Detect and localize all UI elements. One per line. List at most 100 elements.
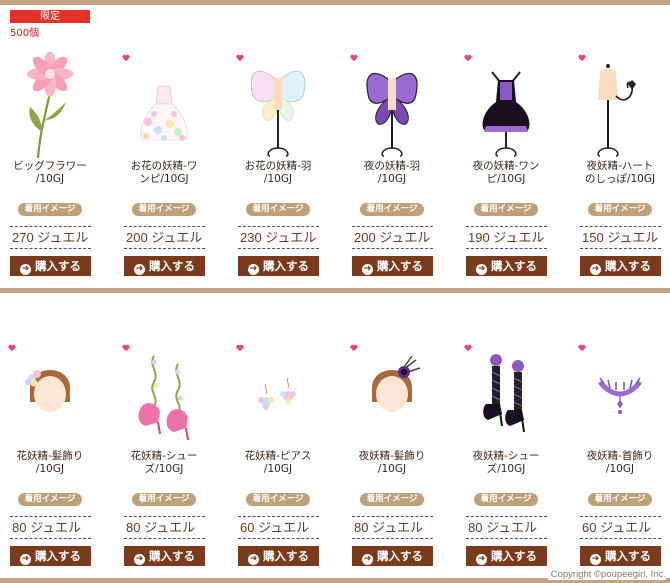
item-name: 花妖精-ピアス /10GJ bbox=[244, 450, 312, 475]
item-row-2: 花妖精-髪飾り /10GJ 着用イメージ 80 ジュエル ➜ 購入する 花妖精-シ… bbox=[0, 338, 670, 578]
buy-label: 購入する bbox=[263, 259, 309, 273]
buy-label: 購入する bbox=[605, 259, 651, 273]
buy-label: 購入する bbox=[149, 259, 195, 273]
arrow-right-icon: ➜ bbox=[362, 264, 373, 275]
buy-button[interactable]: ➜ 購入する bbox=[124, 256, 205, 276]
tryon-button[interactable]: 着用イメージ bbox=[132, 493, 196, 506]
arrow-right-icon: ➜ bbox=[590, 264, 601, 275]
buy-label: 購入する bbox=[491, 549, 537, 563]
item-card: お花の妖精-ワ ンピ/10GJ 着用イメージ 200 ジュエル ➜ 購入する bbox=[114, 48, 214, 280]
item-row-1: ビッグフラワー /10GJ 着用イメージ 270 ジュエル ➜ 購入する お花の妖… bbox=[0, 48, 670, 288]
tryon-button[interactable]: 着用イメージ bbox=[360, 493, 424, 506]
item-price: 270 ジュエル bbox=[12, 230, 89, 245]
item-name: お花の妖精-羽 /10GJ bbox=[244, 160, 312, 185]
buy-button[interactable]: ➜ 購入する bbox=[352, 546, 433, 566]
arrow-right-icon: ➜ bbox=[134, 264, 145, 275]
arrow-right-icon: ➜ bbox=[20, 554, 31, 565]
tryon-button[interactable]: 着用イメージ bbox=[588, 493, 652, 506]
buy-button[interactable]: ➜ 購入する bbox=[466, 546, 547, 566]
flower-hair-accessory-icon[interactable] bbox=[0, 342, 100, 450]
flower-fairy-wings-icon[interactable] bbox=[228, 52, 328, 160]
price-box: 80 ジュエル bbox=[352, 516, 433, 539]
buy-label: 購入する bbox=[149, 549, 195, 563]
price-box: 270 ジュエル bbox=[10, 226, 91, 249]
price-box: 80 ジュエル bbox=[10, 516, 91, 539]
item-name: 花妖精-髪飾り /10GJ bbox=[16, 450, 84, 475]
tryon-button[interactable]: 着用イメージ bbox=[360, 203, 424, 216]
buy-label: 購入する bbox=[377, 549, 423, 563]
arrow-right-icon: ➜ bbox=[248, 264, 259, 275]
item-name: ビッグフラワー /10GJ bbox=[13, 160, 87, 185]
price-box: 60 ジュエル bbox=[238, 516, 319, 539]
price-box: 80 ジュエル bbox=[124, 516, 205, 539]
item-price: 80 ジュエル bbox=[126, 520, 196, 535]
price-box: 190 ジュエル bbox=[466, 226, 547, 249]
arrow-right-icon: ➜ bbox=[248, 554, 259, 565]
buy-button[interactable]: ➜ 購入する bbox=[10, 256, 91, 276]
buy-button[interactable]: ➜ 購入する bbox=[466, 256, 547, 276]
price-box: 60 ジュエル bbox=[580, 516, 661, 539]
item-card: 花妖精-ピアス /10GJ 着用イメージ 60 ジュエル ➜ 購入する bbox=[228, 338, 328, 570]
item-card: 夜妖精-ハート のしっぽ/10GJ 着用イメージ 150 ジュエル ➜ 購入する bbox=[570, 48, 670, 280]
item-card: 夜の妖精-羽 /10GJ 着用イメージ 200 ジュエル ➜ 購入する bbox=[342, 48, 442, 280]
arrow-right-icon: ➜ bbox=[362, 554, 373, 565]
item-card: 夜の妖精-ワン ピ/10GJ 着用イメージ 190 ジュエル ➜ 購入する bbox=[456, 48, 556, 280]
item-price: 230 ジュエル bbox=[240, 230, 317, 245]
arrow-right-icon: ➜ bbox=[590, 554, 601, 565]
buy-label: 購入する bbox=[35, 549, 81, 563]
tryon-button[interactable]: 着用イメージ bbox=[18, 203, 82, 216]
copyright-text: Copyright ©poupeegirl, Inc. bbox=[547, 569, 666, 580]
tryon-button[interactable]: 着用イメージ bbox=[18, 493, 82, 506]
tryon-button[interactable]: 着用イメージ bbox=[246, 493, 310, 506]
item-name: 夜妖精-髪飾り /10GJ bbox=[358, 450, 426, 475]
buy-button[interactable]: ➜ 購入する bbox=[124, 546, 205, 566]
night-hair-accessory-icon[interactable] bbox=[342, 342, 442, 450]
buy-label: 購入する bbox=[263, 549, 309, 563]
arrow-right-icon: ➜ bbox=[20, 264, 31, 275]
night-fairy-wings-icon[interactable] bbox=[342, 52, 442, 160]
arrow-right-icon: ➜ bbox=[134, 554, 145, 565]
item-name: 夜妖精-シュー ズ/10GJ bbox=[472, 450, 540, 475]
buy-button[interactable]: ➜ 購入する bbox=[580, 546, 661, 566]
item-card: 花妖精-髪飾り /10GJ 着用イメージ 80 ジュエル ➜ 購入する bbox=[0, 338, 100, 570]
heart-tail-icon[interactable] bbox=[570, 52, 670, 160]
section-divider bbox=[0, 288, 670, 293]
item-name: 夜の妖精-羽 /10GJ bbox=[363, 160, 421, 185]
tryon-button[interactable]: 着用イメージ bbox=[588, 203, 652, 216]
night-fairy-dress-icon[interactable] bbox=[456, 52, 556, 160]
buy-label: 購入する bbox=[605, 549, 651, 563]
tryon-button[interactable]: 着用イメージ bbox=[246, 203, 310, 216]
item-price: 80 ジュエル bbox=[12, 520, 82, 535]
buy-button[interactable]: ➜ 購入する bbox=[10, 546, 91, 566]
flower-fairy-dress-icon[interactable] bbox=[114, 52, 214, 160]
flower-earrings-icon[interactable] bbox=[228, 342, 328, 450]
item-card: 夜妖精-シュー ズ/10GJ 着用イメージ 80 ジュエル ➜ 購入する bbox=[456, 338, 556, 570]
item-card: ビッグフラワー /10GJ 着用イメージ 270 ジュエル ➜ 購入する bbox=[0, 48, 100, 280]
buy-button[interactable]: ➜ 購入する bbox=[580, 256, 661, 276]
tryon-button[interactable]: 着用イメージ bbox=[474, 493, 538, 506]
limited-badge: 限定 bbox=[10, 10, 90, 23]
item-price: 80 ジュエル bbox=[468, 520, 538, 535]
buy-button[interactable]: ➜ 購入する bbox=[238, 546, 319, 566]
price-box: 200 ジュエル bbox=[124, 226, 205, 249]
item-price: 60 ジュエル bbox=[582, 520, 652, 535]
tryon-button[interactable]: 着用イメージ bbox=[474, 203, 538, 216]
item-price: 60 ジュエル bbox=[240, 520, 310, 535]
buy-label: 購入する bbox=[377, 259, 423, 273]
stock-count: 500個 bbox=[10, 28, 40, 39]
item-name: 夜の妖精-ワン ピ/10GJ bbox=[472, 160, 540, 185]
buy-button[interactable]: ➜ 購入する bbox=[352, 256, 433, 276]
item-name: お花の妖精-ワ ンピ/10GJ bbox=[130, 160, 198, 185]
item-price: 200 ジュエル bbox=[354, 230, 431, 245]
item-name: 夜妖精-首飾り /10GJ bbox=[586, 450, 654, 475]
buy-button[interactable]: ➜ 購入する bbox=[238, 256, 319, 276]
tryon-button[interactable]: 着用イメージ bbox=[132, 203, 196, 216]
night-necklace-icon[interactable] bbox=[570, 342, 670, 450]
item-price: 150 ジュエル bbox=[582, 230, 659, 245]
item-name: 花妖精-シュー ズ/10GJ bbox=[130, 450, 198, 475]
night-shoes-icon[interactable] bbox=[456, 342, 556, 450]
flower-shoes-icon[interactable] bbox=[114, 342, 214, 450]
price-box: 200 ジュエル bbox=[352, 226, 433, 249]
big-flower-icon[interactable] bbox=[0, 52, 100, 160]
price-box: 150 ジュエル bbox=[580, 226, 661, 249]
